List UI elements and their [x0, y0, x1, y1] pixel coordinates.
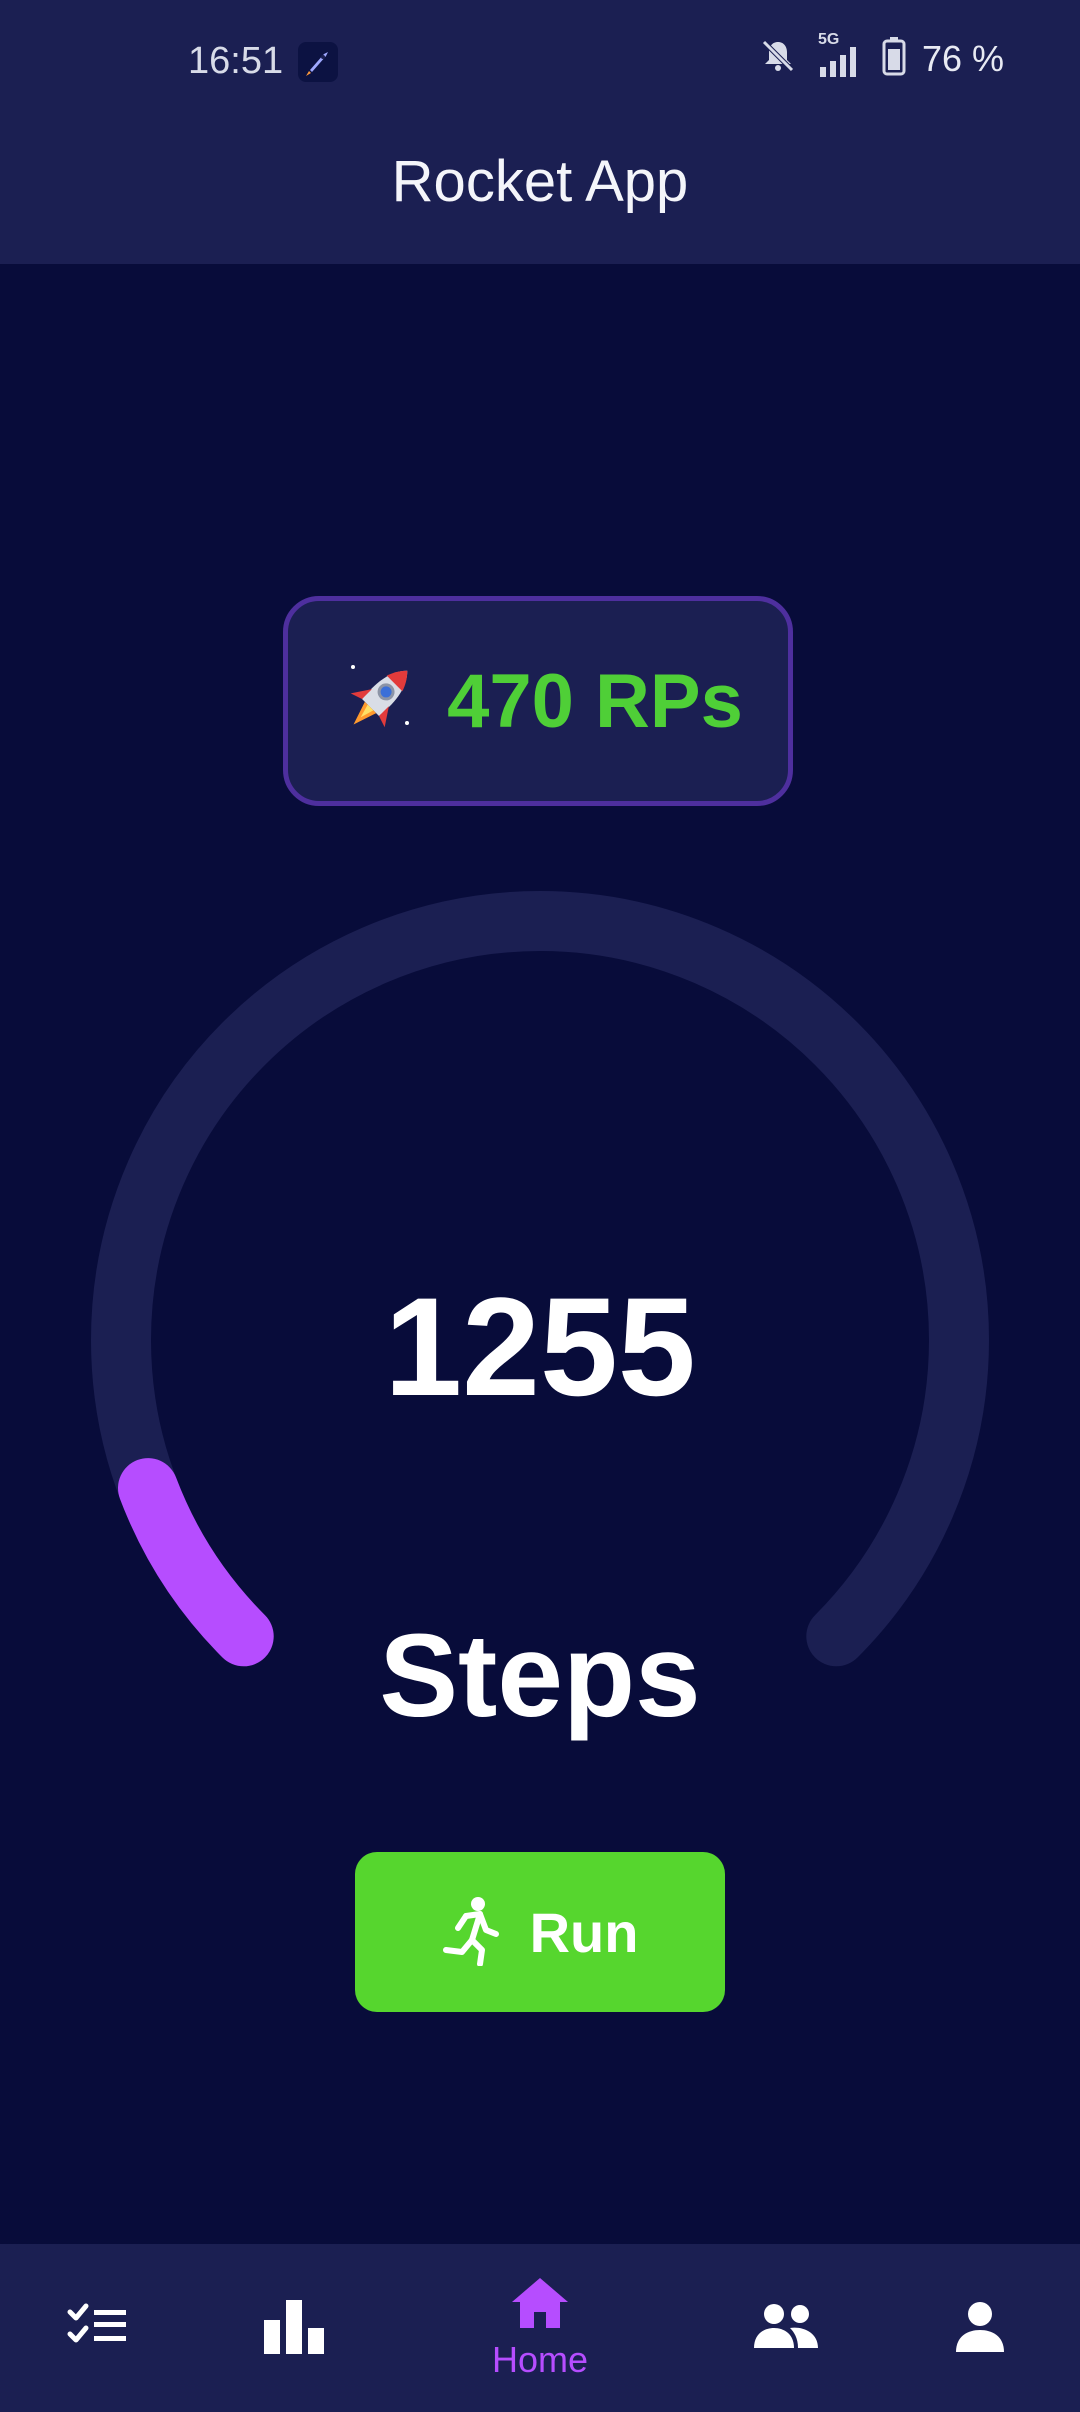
bottom-navigation: Home — [0, 2244, 1080, 2412]
rocket-icon — [333, 653, 425, 750]
battery-percent: 76 % — [921, 37, 1004, 79]
app-title: Rocket App — [391, 149, 689, 214]
run-label: Run — [529, 1900, 639, 1964]
battery-icon — [882, 36, 906, 81]
nav-item-stats[interactable] — [244, 2244, 344, 2412]
steps-count: 1255 — [384, 1268, 696, 1425]
signal-5g-icon: 5G — [814, 31, 866, 79]
notification-rocket-icon — [298, 42, 338, 82]
app-bar: Rocket App — [0, 120, 1080, 264]
nav-item-profile[interactable] — [930, 2244, 1030, 2412]
nav-item-friends[interactable] — [736, 2244, 836, 2412]
network-type: 5G — [817, 30, 840, 48]
status-time: 16:51 — [188, 40, 284, 82]
group-icon — [750, 2302, 822, 2355]
bar-chart-icon — [262, 2298, 326, 2359]
running-person-icon — [442, 1896, 500, 1969]
home-icon — [510, 2276, 570, 2333]
steps-label: Steps — [379, 1610, 701, 1742]
mute-icon — [758, 36, 798, 81]
run-button[interactable]: Run — [355, 1852, 725, 2012]
nav-item-home[interactable]: Home — [460, 2244, 620, 2412]
nav-label-home: Home — [491, 2338, 589, 2380]
nav-item-tasks[interactable] — [48, 2244, 148, 2412]
rp-value: 470 RPs — [447, 658, 743, 744]
person-icon — [954, 2300, 1006, 2357]
rp-badge: 470 RPs — [283, 596, 793, 806]
checklist-icon — [66, 2302, 130, 2355]
status-bar: 16:51 5G 76 % — [0, 0, 1080, 120]
